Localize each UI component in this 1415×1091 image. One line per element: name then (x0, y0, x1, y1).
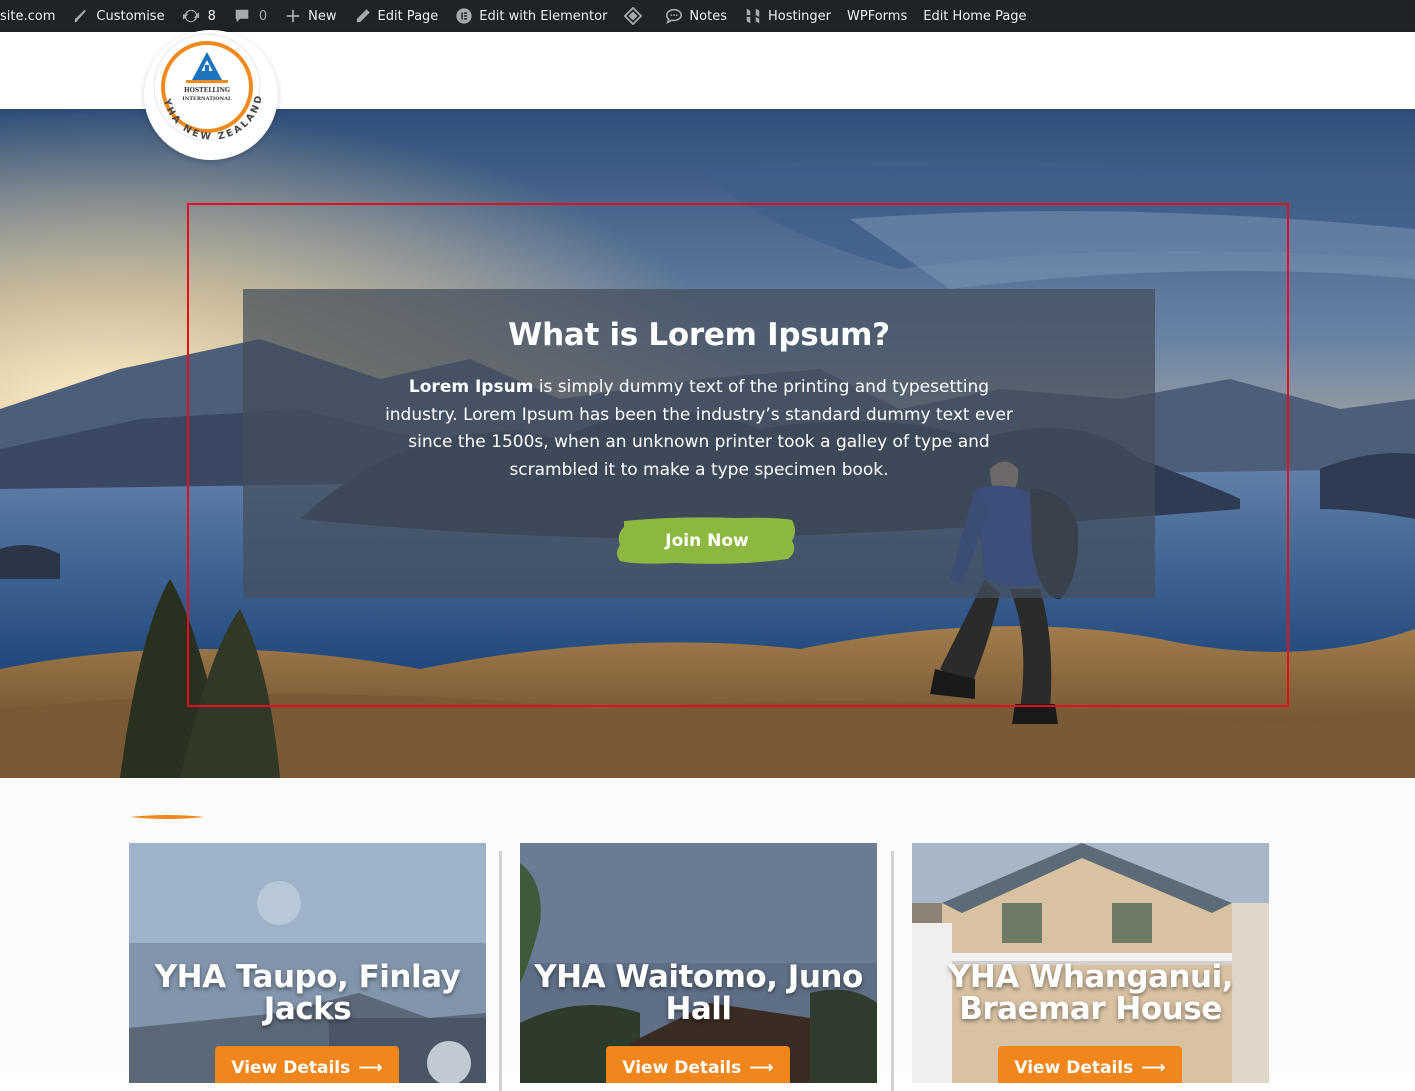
admin-hostinger-link[interactable]: Hostinger (735, 0, 839, 32)
hostel-card-whanganui[interactable]: YHA Whanganui, Braemar House View Detail… (912, 843, 1269, 1083)
admin-bar: site.com Customise 8 0 New Edit Page Edi… (0, 0, 1415, 32)
join-now-button[interactable]: Join Now (616, 515, 798, 567)
view-details-label: View Details (1014, 1058, 1134, 1078)
hostel-card-title: YHA Waitomo, Juno Hall (534, 959, 863, 1027)
view-details-label: View Details (622, 1058, 742, 1078)
refresh-icon (181, 6, 201, 26)
admin-wpforms-label: WPForms (847, 8, 908, 24)
hostel-card-title: YHA Whanganui, Braemar House (947, 959, 1234, 1027)
hostinger-icon (743, 6, 763, 26)
card-divider (891, 851, 894, 1091)
hero-text: Lorem Ipsum is simply dummy text of the … (383, 374, 1015, 484)
comments-count: 0 (258, 8, 268, 24)
yha-logo-icon: HOSTELLING INTERNATIONAL YHA NEW ZEALAND (153, 33, 263, 143)
section-accent-underline (130, 815, 204, 819)
elementor-icon (454, 6, 474, 26)
view-details-button[interactable]: View Details ⟶ (606, 1046, 790, 1083)
logo-line1: HOSTELLING (184, 87, 230, 94)
admin-site-label: site.com (0, 8, 56, 24)
hostel-card-title: YHA Taupo, Finlay Jacks (154, 959, 461, 1027)
arrow-right-icon: ⟶ (358, 1058, 383, 1078)
comment-icon (232, 6, 252, 26)
admin-edit-home-link[interactable]: Edit Home Page (915, 0, 1034, 32)
logo-line2: INTERNATIONAL (182, 96, 232, 102)
admin-notes-label: Notes (689, 8, 727, 24)
admin-edit-page-link[interactable]: Edit Page (345, 0, 447, 32)
pencil-icon (353, 6, 373, 26)
admin-new-label: New (308, 8, 337, 24)
admin-edit-home-label: Edit Home Page (923, 8, 1027, 24)
plus-icon (283, 6, 303, 26)
card-divider (499, 851, 502, 1091)
admin-site-link[interactable]: site.com (0, 0, 63, 32)
admin-customise-link[interactable]: Customise (63, 0, 172, 32)
admin-elementor-link[interactable]: Edit with Elementor (446, 0, 615, 32)
speech-bubble-icon (664, 6, 684, 26)
admin-updates-link[interactable]: 8 (173, 0, 224, 32)
admin-customise-label: Customise (96, 8, 165, 24)
hostel-card-taupo[interactable]: YHA Taupo, Finlay Jacks View Details ⟶ (129, 843, 486, 1083)
admin-new-link[interactable]: New (275, 0, 344, 32)
hero-overlay-box: What is Lorem Ipsum? Lorem Ipsum is simp… (243, 289, 1155, 598)
hostel-card-waitomo[interactable]: YHA Waitomo, Juno Hall View Details ⟶ (520, 843, 877, 1083)
hostels-section: YHA Taupo, Finlay Jacks View Details ⟶ YH… (0, 778, 1415, 1091)
hero-section: What is Lorem Ipsum? Lorem Ipsum is simp… (0, 109, 1415, 778)
view-details-label: View Details (231, 1058, 351, 1078)
diamond-icon (623, 6, 643, 26)
join-now-label: Join Now (665, 531, 749, 551)
arrow-right-icon: ⟶ (1141, 1058, 1166, 1078)
hero-text-strong: Lorem Ipsum (408, 377, 534, 397)
view-details-button[interactable]: View Details ⟶ (215, 1046, 399, 1083)
admin-wpforms-link[interactable]: WPForms (839, 0, 915, 32)
admin-hostinger-label: Hostinger (767, 8, 832, 24)
arrow-right-icon: ⟶ (749, 1058, 774, 1078)
admin-comments-link[interactable]: 0 (224, 0, 275, 32)
admin-notes-link[interactable]: Notes (656, 0, 735, 32)
paintbrush-icon (71, 6, 91, 26)
updates-count: 8 (207, 8, 216, 24)
admin-diamond-link[interactable] (615, 0, 656, 32)
hero-title: What is Lorem Ipsum? (508, 317, 890, 353)
admin-elementor-label: Edit with Elementor (479, 8, 608, 24)
view-details-button[interactable]: View Details ⟶ (998, 1046, 1182, 1083)
admin-edit-page-label: Edit Page (377, 8, 439, 24)
site-logo[interactable]: HOSTELLING INTERNATIONAL YHA NEW ZEALAND (144, 30, 278, 160)
